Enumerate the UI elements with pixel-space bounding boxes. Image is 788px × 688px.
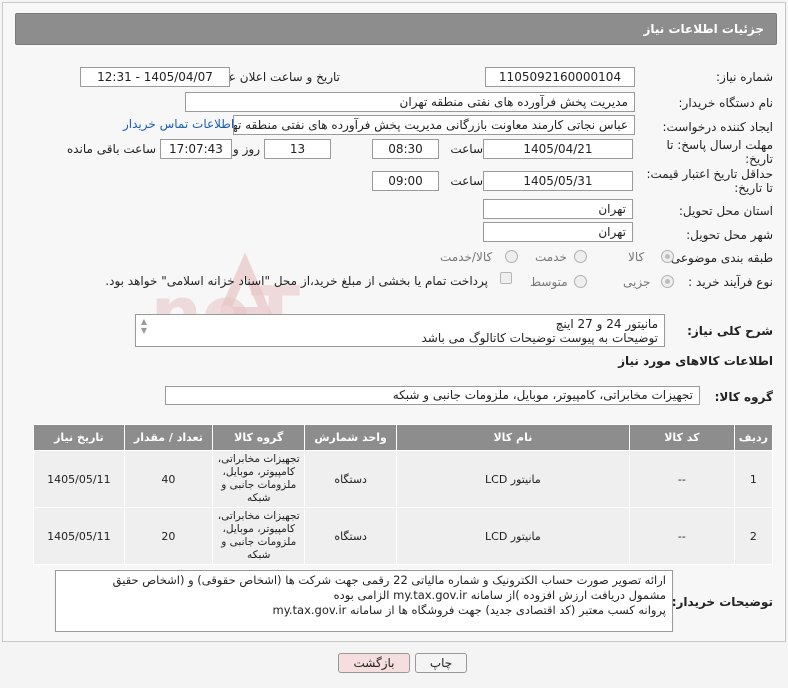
col-group: گروه کالا <box>212 424 306 451</box>
need-number-label: شماره نیاز: <box>716 70 773 84</box>
col-date: تاریخ نیاز <box>33 424 125 451</box>
buyer-notes-line-2: مشمول دریافت ارزش افزوده )از سامانه my.t… <box>333 588 666 602</box>
description-line-2: توضیحات به پیوست توضیحات کاتالوگ می باشد <box>421 331 659 345</box>
city-label: شهر محل تحویل: <box>686 228 773 242</box>
validity-time-field: 09:00 <box>372 171 439 191</box>
goods-section-title: اطلاعات کالاهای مورد نیاز <box>618 354 773 368</box>
col-unit: واحد شمارش <box>304 424 397 451</box>
cell-date: 1405/05/11 <box>33 450 125 508</box>
category-label: طبقه بندی موضوعی: <box>666 251 773 265</box>
cell-group: تجهیزات مخابراتی، کامپیوتر، موبایل، ملزو… <box>212 507 306 565</box>
cell-unit: دستگاه <box>304 507 397 565</box>
cell-name: مانیتور LCD <box>395 450 630 508</box>
remaining-label: ساعت باقی مانده <box>66 142 156 156</box>
buyer-notes-textarea[interactable]: ارائه تصویر صورت حساب الکترونیک و شماره … <box>55 570 673 632</box>
province-field: تهران <box>483 199 633 219</box>
need-number-field: 1105092160000104 <box>485 67 635 87</box>
validity-label: حداقل تاریخ اعتبار قیمت: <box>646 167 773 181</box>
cell-qty: 20 <box>123 507 214 565</box>
province-label: استان محل تحویل: <box>678 204 773 218</box>
cell-row: 2 <box>733 507 774 565</box>
goods-group-label: گروه کالا: <box>714 390 773 404</box>
city-field: تهران <box>483 222 633 242</box>
deadline-time-field: 08:30 <box>372 139 439 159</box>
back-button[interactable]: بازگشت <box>338 653 410 673</box>
process-minor-label: جزیی <box>623 275 651 289</box>
goods-table: ردیف کد کالا نام کالا واحد شمارش گروه کا… <box>33 424 774 565</box>
description-textarea[interactable]: ▲ ▼ مانیتور 24 و 27 اینچ توضیحات به پیوست… <box>135 314 665 347</box>
buyer-notes-line-3: پروانه کسب معتبر (کد اقتصادی جدید) جهت ف… <box>272 603 667 617</box>
days-label: روز و <box>233 142 260 156</box>
scroll-arrows-icon[interactable]: ▲ ▼ <box>139 317 149 335</box>
col-row: ردیف <box>733 424 774 451</box>
validity-date-field: 1405/05/31 <box>483 171 633 191</box>
validity-label-date: تا تاریخ: <box>734 181 773 195</box>
process-medium-radio[interactable] <box>574 275 587 288</box>
table-row: 2 -- مانیتور LCD دستگاه تجهیزات مخابراتی… <box>33 507 774 565</box>
cell-unit: دستگاه <box>304 450 397 508</box>
buyer-field: مدیریت پخش فرآورده های نفتی منطقه تهران <box>185 92 635 112</box>
category-goods-service-radio[interactable] <box>505 250 518 263</box>
deadline-label-date: تاریخ: <box>745 152 773 166</box>
creator-label: ایجاد کننده درخواست: <box>662 120 773 134</box>
cell-code: -- <box>628 507 735 565</box>
process-minor-radio[interactable] <box>661 275 674 288</box>
col-code: کد کالا <box>628 424 735 451</box>
cell-group: تجهیزات مخابراتی، کامپیوتر، موبایل، ملزو… <box>212 450 306 508</box>
cell-qty: 40 <box>123 450 214 508</box>
category-service-radio[interactable] <box>574 250 587 263</box>
cell-code: -- <box>628 450 735 508</box>
table-row: 1 -- مانیتور LCD دستگاه تجهیزات مخابراتی… <box>33 450 774 508</box>
treasury-payment-checkbox[interactable] <box>500 272 512 284</box>
remaining-time-field: 17:07:43 <box>160 139 232 159</box>
creator-field: عباس نجاتی کارمند معاونت بازرگانی مدیریت… <box>233 115 635 135</box>
category-goods-radio[interactable] <box>661 250 674 263</box>
goods-table-header: ردیف کد کالا نام کالا واحد شمارش گروه کا… <box>33 424 774 451</box>
process-medium-label: متوسط <box>530 275 568 289</box>
announce-field: 1405/04/07 - 12:31 <box>80 67 230 87</box>
description-line-1: مانیتور 24 و 27 اینچ <box>555 317 658 331</box>
buyer-label: نام دستگاه خریدار: <box>678 96 774 110</box>
cell-name: مانیتور LCD <box>395 507 630 565</box>
validity-time-label: ساعت <box>450 174 483 188</box>
category-service-label: خدمت <box>535 250 567 264</box>
deadline-date-field: 1405/04/21 <box>483 139 633 159</box>
buyer-contact-link[interactable]: اطلاعات تماس خریدار <box>123 117 234 131</box>
print-button[interactable]: چاپ <box>415 653 467 673</box>
buyer-notes-label: توضیحات خریدار: <box>671 595 773 609</box>
col-name: نام کالا <box>395 424 630 451</box>
panel-title: جزئیات اطلاعات نیاز <box>15 13 777 45</box>
deadline-time-label: ساعت <box>450 142 483 156</box>
col-qty: تعداد / مقدار <box>123 424 214 451</box>
treasury-payment-note: پرداخت تمام یا بخشی از مبلغ خرید،از محل … <box>105 274 488 288</box>
category-goods-label: کالا <box>628 250 645 264</box>
deadline-label: مهلت ارسال پاسخ: تا <box>666 138 773 152</box>
buyer-notes-line-1: ارائه تصویر صورت حساب الکترونیک و شماره … <box>112 573 666 587</box>
description-label: شرح کلی نیاز: <box>687 324 773 338</box>
process-label: نوع فرآیند خرید : <box>688 275 773 289</box>
category-goods-service-label: کالا/خدمت <box>440 250 493 264</box>
goods-group-field: تجهیزات مخابراتی، کامپیوتر، موبایل، ملزو… <box>165 386 700 405</box>
cell-date: 1405/05/11 <box>33 507 125 565</box>
days-field: 13 <box>264 139 331 159</box>
cell-row: 1 <box>733 450 774 508</box>
